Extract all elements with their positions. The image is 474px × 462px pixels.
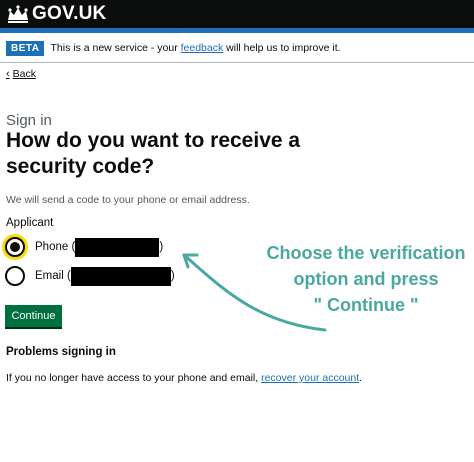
callout-line-3: " Continue " — [313, 295, 419, 315]
beta-tag: BETA — [6, 40, 45, 56]
email-paren-close: ) — [170, 270, 175, 282]
page-caption: Sign in — [6, 112, 52, 129]
header-blue-bar — [0, 28, 474, 33]
redacted-phone — [75, 237, 160, 257]
chevron-left-icon: ‹ — [6, 68, 10, 80]
feedback-link[interactable]: feedback — [181, 42, 224, 54]
problems-text-end: . — [359, 372, 363, 384]
callout-line-1: Choose the verification — [266, 243, 466, 263]
continue-button[interactable]: Continue — [5, 305, 62, 327]
page-title: How do you want to receive a security co… — [6, 129, 301, 178]
hint-text: We will send a code to your phone or ema… — [6, 194, 250, 206]
radio-email-label: Email () — [35, 266, 175, 286]
recover-account-link[interactable]: recover your account — [261, 372, 359, 384]
callout-line-2: option and press — [293, 269, 439, 289]
phone-label-text: Phone — [35, 241, 69, 253]
back-link-label: Back — [12, 68, 37, 80]
radio-option-phone[interactable]: Phone () — [5, 237, 163, 257]
back-link[interactable]: ‹ Back — [6, 68, 36, 80]
annotation-callout: Choose the verification option and press… — [258, 240, 474, 318]
fieldset-legend: Applicant — [6, 217, 54, 229]
beta-text-after: will help us to improve it. — [226, 42, 341, 54]
radio-email[interactable] — [5, 266, 25, 286]
problems-heading: Problems signing in — [6, 346, 116, 358]
beta-divider — [0, 62, 474, 63]
problems-text: If you no longer have access to your pho… — [6, 372, 362, 384]
beta-banner: BETA This is a new service - your feedba… — [6, 40, 341, 56]
beta-text-before: This is a new service - your — [50, 42, 178, 54]
annotation-arrow — [182, 253, 327, 332]
email-label-text: Email — [35, 270, 64, 282]
problems-text-body: If you no longer have access to your pho… — [6, 372, 259, 384]
redacted-email — [70, 266, 171, 286]
radio-phone-label: Phone () — [35, 237, 164, 257]
govuk-header: GOV.UK — [0, 0, 474, 28]
radio-option-email[interactable]: Email () — [5, 266, 175, 286]
phone-paren-close: ) — [159, 241, 164, 253]
radio-phone[interactable] — [5, 237, 25, 257]
govuk-logo-text[interactable]: GOV.UK — [32, 3, 106, 25]
crown-icon — [8, 5, 28, 23]
